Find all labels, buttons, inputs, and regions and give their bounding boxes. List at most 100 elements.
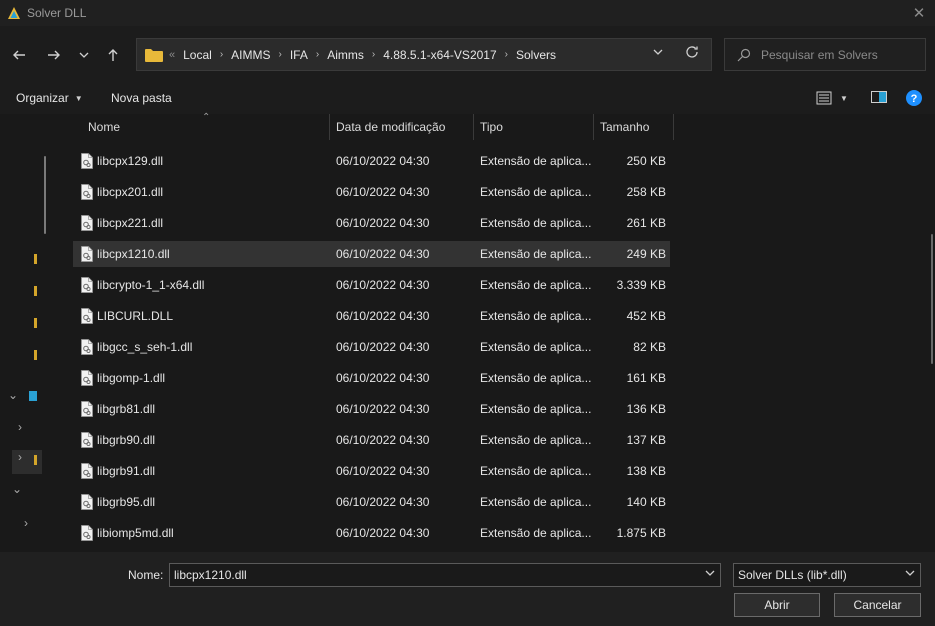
chevron-down-icon[interactable]: ⌄: [8, 388, 18, 402]
file-name: libgrb90.dll: [97, 433, 156, 447]
file-row[interactable]: libcpx129.dll 06/10/2022 04:30 Extensão de…: [73, 148, 670, 174]
chevron-right-icon[interactable]: ›: [18, 420, 22, 434]
file-name: libgcc_s_seh-1.dll: [97, 340, 193, 354]
file-row[interactable]: libcpx201.dll 06/10/2022 04:30 Extensão de…: [73, 179, 670, 205]
file-name: libcpx201.dll: [97, 185, 164, 199]
chevron-right-icon[interactable]: ›: [220, 49, 223, 60]
filename-combobox[interactable]: [169, 563, 721, 587]
file-date: 06/10/2022 04:30: [336, 402, 430, 416]
forward-arrow-icon[interactable]: [42, 43, 66, 67]
file-row[interactable]: libgrb95.dll 06/10/2022 04:30 Extensão de …: [73, 489, 670, 515]
breadcrumb-item[interactable]: IFA: [290, 48, 308, 62]
breadcrumb-item[interactable]: Solvers: [516, 48, 556, 62]
search-box[interactable]: [724, 38, 926, 71]
chevron-down-icon[interactable]: [705, 568, 715, 581]
view-options-button[interactable]: ▼: [816, 90, 848, 106]
file-date: 06/10/2022 04:30: [336, 154, 430, 168]
file-row[interactable]: libgrb91.dll 06/10/2022 04:30 Extensão de …: [73, 458, 670, 484]
back-arrow-icon[interactable]: [7, 43, 31, 67]
file-date: 06/10/2022 04:30: [336, 526, 430, 540]
dll-file-icon: [81, 308, 93, 324]
dll-file-icon: [81, 370, 93, 386]
cancel-button[interactable]: Cancelar: [834, 593, 921, 617]
file-row[interactable]: libgcc_s_seh-1.dll 06/10/2022 04:30 Extens…: [73, 334, 670, 360]
file-type: Extensão de aplica...: [480, 433, 592, 447]
close-icon[interactable]: ✕: [909, 3, 929, 23]
address-dropdown-icon[interactable]: [653, 47, 663, 60]
recent-locations-chevron-icon[interactable]: [72, 43, 96, 67]
column-header-date[interactable]: Data de modificação: [336, 114, 445, 140]
drive-icon[interactable]: [29, 391, 37, 401]
file-row[interactable]: libgomp-1.dll 06/10/2022 04:30 Extensão de…: [73, 365, 670, 391]
help-button[interactable]: ?: [906, 90, 922, 106]
sort-ascending-icon: ⌃: [202, 112, 211, 123]
file-list-scrollbar[interactable]: [931, 234, 933, 364]
folder-icon[interactable]: [34, 254, 37, 264]
folder-icon[interactable]: [34, 286, 37, 296]
title-bar: Solver DLL ✕: [0, 0, 935, 26]
file-date: 06/10/2022 04:30: [336, 216, 430, 230]
overflow-chevron-icon[interactable]: «: [169, 49, 175, 61]
file-type: Extensão de aplica...: [480, 464, 592, 478]
breadcrumb-item[interactable]: AIMMS: [231, 48, 270, 62]
file-name: libcpx129.dll: [97, 154, 164, 168]
file-row[interactable]: libcpx221.dll 06/10/2022 04:30 Extensão de…: [73, 210, 670, 236]
up-arrow-icon[interactable]: [101, 43, 125, 67]
chevron-right-icon[interactable]: ›: [24, 516, 28, 530]
column-divider[interactable]: [673, 114, 674, 140]
file-date: 06/10/2022 04:30: [336, 340, 430, 354]
navigation-scrollbar[interactable]: [44, 156, 46, 234]
chevron-right-icon[interactable]: ›: [505, 49, 508, 60]
folder-icon[interactable]: [34, 350, 37, 360]
svg-text:?: ?: [911, 93, 918, 105]
breadcrumb-item[interactable]: Aimms: [327, 48, 364, 62]
chevron-right-icon[interactable]: ›: [316, 49, 319, 60]
file-type: Extensão de aplica...: [480, 340, 592, 354]
file-date: 06/10/2022 04:30: [336, 464, 430, 478]
folder-icon[interactable]: [34, 455, 37, 465]
dll-file-icon: [81, 184, 93, 200]
file-row[interactable]: libgrb81.dll 06/10/2022 04:30 Extensão de …: [73, 396, 670, 422]
column-header-type[interactable]: Tipo: [480, 114, 503, 140]
file-row[interactable]: LIBCURL.DLL 06/10/2022 04:30 Extensão de a…: [73, 303, 670, 329]
chevron-down-icon[interactable]: ⌄: [12, 482, 22, 496]
breadcrumb-item[interactable]: Local: [183, 48, 212, 62]
file-size: 140 KB: [626, 495, 666, 509]
address-bar[interactable]: « Local › AIMMS › IFA › Aimms › 4.88.5.1…: [136, 38, 712, 71]
column-divider[interactable]: [593, 114, 594, 140]
file-name: libcrypto-1_1-x64.dll: [97, 278, 205, 292]
organize-menu-button[interactable]: Organizar ▼: [16, 91, 83, 105]
column-divider[interactable]: [473, 114, 474, 140]
search-input[interactable]: [761, 47, 921, 62]
filename-label: Nome:: [128, 568, 164, 582]
preview-pane-button[interactable]: [871, 90, 887, 104]
folder-icon[interactable]: [34, 318, 37, 328]
open-button[interactable]: Abrir: [734, 593, 820, 617]
new-folder-button[interactable]: Nova pasta: [111, 91, 172, 105]
chevron-right-icon[interactable]: ›: [372, 49, 375, 60]
refresh-icon[interactable]: [685, 45, 699, 63]
navigation-bar: « Local › AIMMS › IFA › Aimms › 4.88.5.1…: [0, 26, 935, 84]
dll-file-icon: [81, 463, 93, 479]
filename-input[interactable]: [170, 568, 690, 582]
column-divider[interactable]: [329, 114, 330, 140]
file-row[interactable]: libgrb90.dll 06/10/2022 04:30 Extensão de …: [73, 427, 670, 453]
file-name: libgrb95.dll: [97, 495, 156, 509]
breadcrumb-item[interactable]: 4.88.5.1-x64-VS2017: [383, 48, 496, 62]
file-type: Extensão de aplica...: [480, 309, 592, 323]
dialog-footer: Nome: Solver DLLs (lib*.dll) Abrir Cance…: [0, 552, 935, 626]
dll-file-icon: [81, 494, 93, 510]
file-size: 249 KB: [626, 247, 666, 261]
chevron-right-icon[interactable]: ›: [279, 49, 282, 60]
file-row[interactable]: libcrypto-1_1-x64.dll 06/10/2022 04:30 Ext…: [73, 272, 670, 298]
file-type-filter-select[interactable]: Solver DLLs (lib*.dll): [733, 563, 921, 587]
file-type: Extensão de aplica...: [480, 185, 592, 199]
file-row[interactable]: libiomp5md.dll 06/10/2022 04:30 Extensão d…: [73, 520, 670, 546]
column-header-name[interactable]: Nome: [88, 114, 120, 140]
chevron-right-icon[interactable]: ›: [12, 450, 42, 474]
file-name: libiomp5md.dll: [97, 526, 174, 540]
dll-file-icon: [81, 277, 93, 293]
file-size: 136 KB: [626, 402, 666, 416]
column-header-size[interactable]: Tamanho: [600, 114, 649, 140]
file-row[interactable]: libcpx1210.dll 06/10/2022 04:30 Extensão d…: [73, 241, 670, 267]
